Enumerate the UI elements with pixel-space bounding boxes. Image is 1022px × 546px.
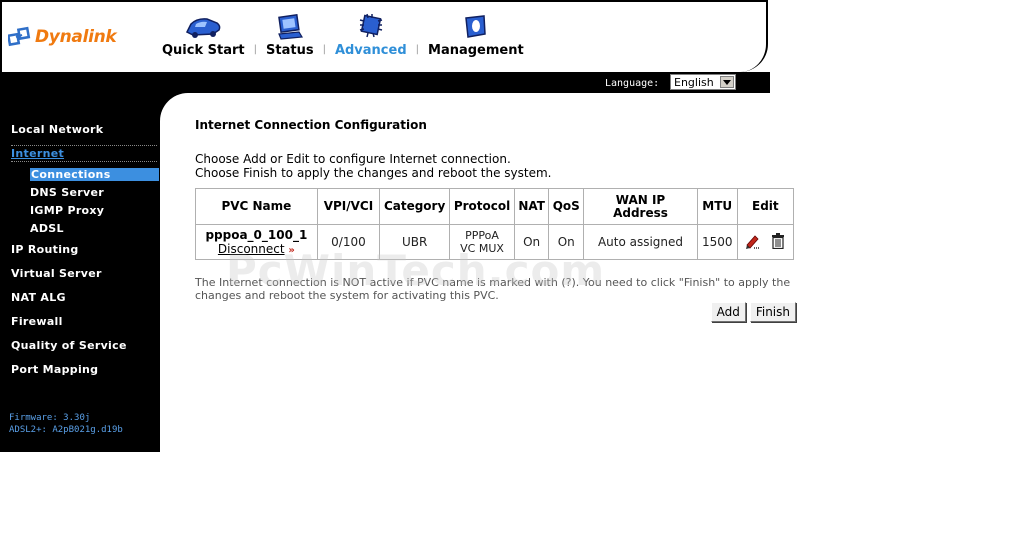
nat-cell: On <box>513 224 550 260</box>
pvc-table: PVC Name VPI/VCI Category Protocol NAT Q… <box>195 188 795 260</box>
chip-icon <box>356 12 386 40</box>
instructions: Choose Add or Edit to configure Internet… <box>195 152 795 180</box>
column-header: Edit <box>736 188 795 225</box>
column-header: WAN IP Address <box>583 188 698 225</box>
nav-label: Quick Start <box>162 43 245 58</box>
column-header: PVC Name <box>195 188 318 225</box>
disconnect-link[interactable]: Disconnect <box>218 242 285 256</box>
category-cell: UBR <box>379 224 451 260</box>
sidebar-item-local-network[interactable]: Local Network <box>11 123 103 136</box>
pvc-name-cell: pppoa_0_100_1 Disconnect » <box>195 224 318 260</box>
column-header: Category <box>379 188 451 225</box>
nav-label: Advanced <box>334 43 407 58</box>
nav-management[interactable]: Management <box>428 12 524 58</box>
vpi-vci-cell: 0/100 <box>316 224 381 260</box>
top-header: Dynalink Quick Start | Status | Advanced… <box>0 0 768 72</box>
nav-label: Management <box>428 43 524 58</box>
column-header: Protocol <box>449 188 515 225</box>
main-content: Internet Connection Configuration Choose… <box>195 118 796 322</box>
sidebar-item-virtual-server[interactable]: Virtual Server <box>11 267 102 280</box>
action-buttons: Add Finish <box>710 302 796 322</box>
double-chevron-icon: » <box>288 245 295 256</box>
add-button[interactable]: Add <box>710 302 746 322</box>
nav-label: Status <box>266 43 314 58</box>
shield-icon <box>462 12 490 40</box>
protocol-line: VC MUX <box>460 242 504 255</box>
sidebar-sub-adsl[interactable]: ADSL <box>30 222 64 235</box>
nav-separator: | <box>415 44 420 55</box>
chevron-down-icon[interactable] <box>720 76 734 88</box>
dynalink-logo: Dynalink <box>6 26 117 48</box>
mtu-cell: 1500 <box>696 224 738 260</box>
instruction-line: Choose Add or Edit to configure Internet… <box>195 152 511 166</box>
language-bar: Language: English <box>0 72 770 93</box>
nav-status[interactable]: Status <box>266 12 314 58</box>
sidebar: Local Network Internet Connections DNS S… <box>0 93 160 452</box>
sidebar-item-ip-routing[interactable]: IP Routing <box>11 243 79 256</box>
qos-cell: On <box>548 224 585 260</box>
column-header: NAT <box>513 188 550 225</box>
protocol-cell: PPPoA VC MUX <box>449 224 515 260</box>
logo-text: Dynalink <box>35 27 117 47</box>
pencil-icon[interactable] <box>745 233 761 252</box>
pvc-name: pppoa_0_100_1 <box>205 228 308 242</box>
column-header: VPI/VCI <box>316 188 381 225</box>
activation-note: The Internet connection is NOT active if… <box>195 276 791 302</box>
edit-cell <box>736 224 795 260</box>
sidebar-item-nat-alg[interactable]: NAT ALG <box>11 291 66 304</box>
language-select[interactable]: English <box>670 74 736 90</box>
language-value: English <box>674 75 714 89</box>
nav-advanced[interactable]: Advanced <box>335 12 407 58</box>
wan-ip-cell: Auto assigned <box>583 224 698 260</box>
instruction-line: Choose Finish to apply the changes and r… <box>195 166 552 180</box>
adsl-version: ADSL2+: A2pB021g.d19b <box>9 425 123 435</box>
sidebar-item-port-mapping[interactable]: Port Mapping <box>11 363 98 376</box>
nav-separator: | <box>253 44 257 55</box>
page-title: Internet Connection Configuration <box>195 118 427 132</box>
car-icon <box>183 12 223 40</box>
table-header-row: PVC Name VPI/VCI Category Protocol NAT Q… <box>195 188 795 225</box>
language-label: Language: <box>605 78 660 89</box>
sidebar-sub-connections[interactable]: Connections <box>30 168 159 181</box>
top-nav: Quick Start | Status | Advanced | Manage… <box>162 12 524 58</box>
sidebar-sub-igmp-proxy[interactable]: IGMP Proxy <box>30 204 104 217</box>
protocol-line: PPPoA <box>465 229 499 242</box>
sidebar-item-internet[interactable]: Internet <box>11 145 157 162</box>
firmware-version: Firmware: 3.30j <box>9 413 91 423</box>
table-row: pppoa_0_100_1 Disconnect » 0/100 UBR PPP… <box>195 224 795 260</box>
trash-icon[interactable] <box>771 232 785 252</box>
finish-button[interactable]: Finish <box>749 302 796 322</box>
column-header: QoS <box>548 188 585 225</box>
logo-mark-icon <box>6 26 32 48</box>
content-corner <box>160 93 190 123</box>
nav-separator: | <box>322 44 326 55</box>
sidebar-sub-dns-server[interactable]: DNS Server <box>30 186 104 199</box>
sidebar-item-firewall[interactable]: Firewall <box>11 315 63 328</box>
sidebar-item-qos[interactable]: Quality of Service <box>11 339 127 352</box>
column-header: MTU <box>696 188 738 225</box>
nav-quick-start[interactable]: Quick Start <box>162 12 245 58</box>
monitor-icon <box>275 12 305 40</box>
